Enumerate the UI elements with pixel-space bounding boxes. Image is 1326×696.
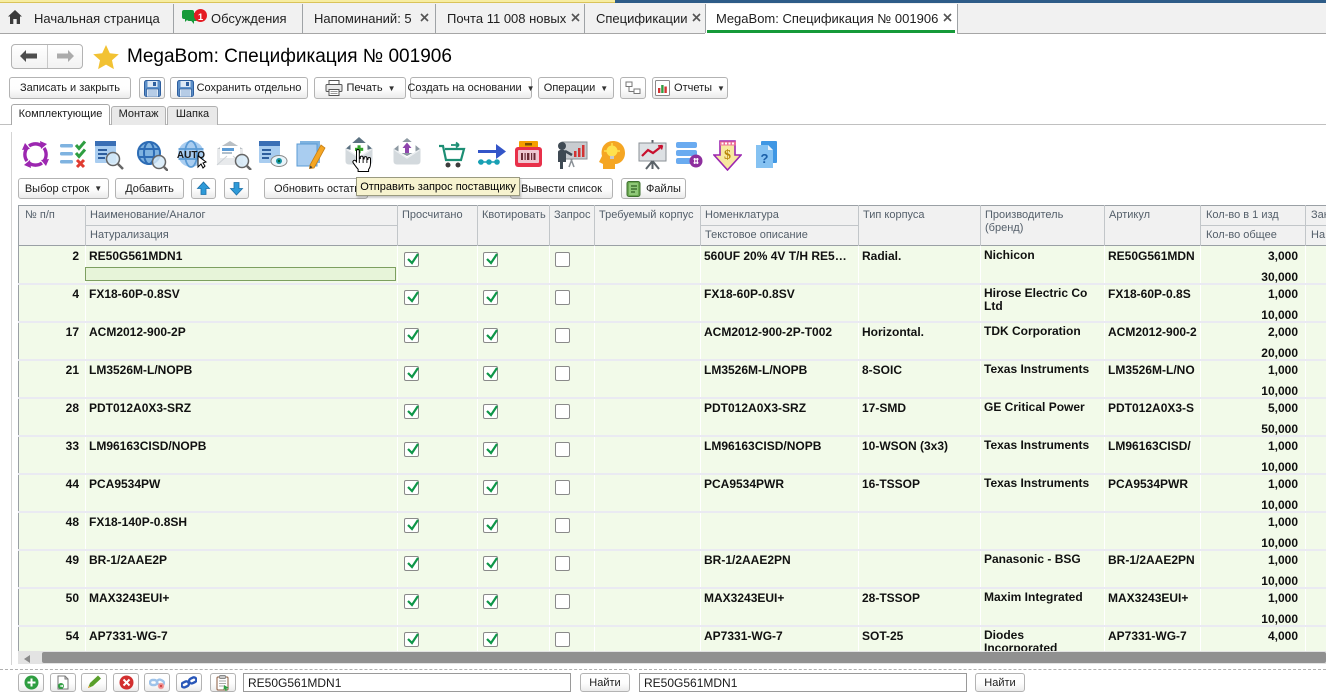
svg-text:?: ?	[761, 151, 769, 166]
svg-text:$: $	[724, 148, 731, 163]
svg-text:1: 1	[198, 12, 204, 23]
